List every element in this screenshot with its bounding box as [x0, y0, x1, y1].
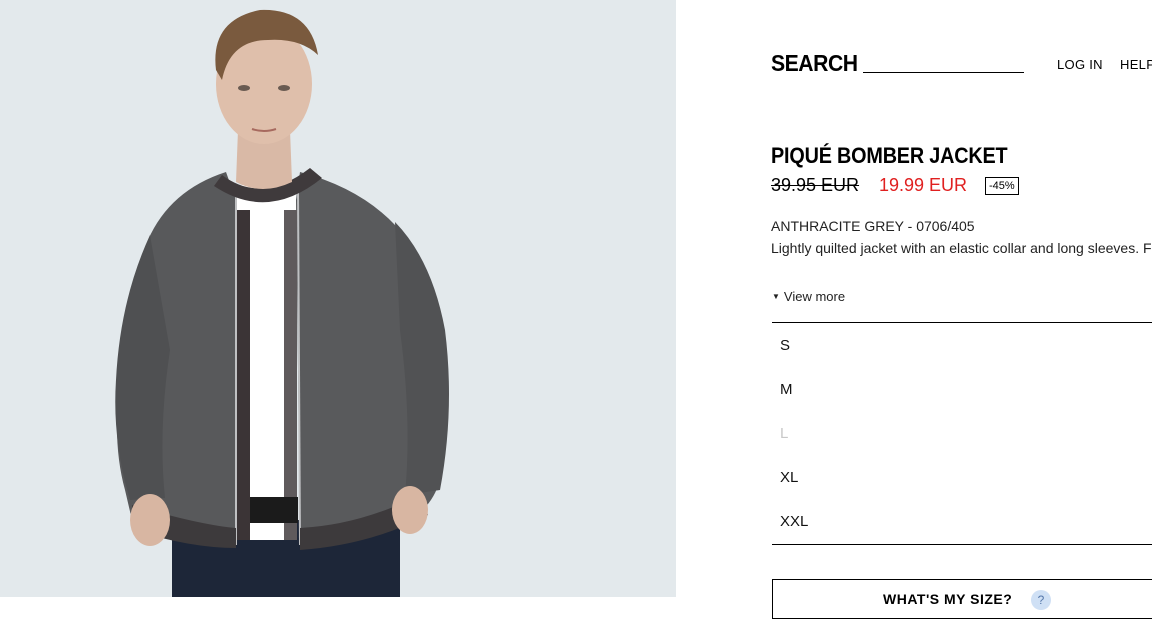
size-selector: S M L XL XXL — [772, 322, 1152, 545]
size-option-xxl[interactable]: XXL — [780, 513, 808, 530]
search-label[interactable]: SEARCH — [771, 50, 858, 77]
caret-down-icon: ▼ — [772, 292, 780, 301]
whats-my-size-label: WHAT'S MY SIZE? — [883, 591, 1013, 607]
color-reference: ANTHRACITE GREY - 0706/405 — [771, 218, 975, 234]
help-circle-icon: ? — [1031, 590, 1051, 610]
view-more-label: View more — [783, 289, 846, 304]
sale-price: 19.99 EUR — [879, 175, 968, 195]
help-link[interactable]: HELP — [1120, 57, 1152, 72]
size-option-s[interactable]: S — [780, 337, 790, 354]
login-link[interactable]: LOG IN — [1057, 57, 1103, 72]
whats-my-size-button[interactable]: WHAT'S MY SIZE? ? — [772, 579, 1152, 619]
search-input[interactable] — [863, 58, 1024, 73]
original-price: 39.95 EUR — [771, 175, 860, 195]
model-wearing-jacket — [0, 0, 676, 597]
product-title: PIQUÉ BOMBER JACKET — [771, 143, 1008, 168]
size-option-xl[interactable]: XL — [780, 469, 798, 486]
size-option-m[interactable]: M — [780, 381, 793, 398]
discount-badge: -45% — [985, 177, 1019, 195]
product-image[interactable] — [0, 0, 676, 597]
size-option-l: L — [780, 425, 789, 442]
product-description: Lightly quilted jacket with an elastic c… — [771, 240, 1152, 256]
view-more-toggle[interactable]: ▼ View more — [772, 289, 845, 304]
